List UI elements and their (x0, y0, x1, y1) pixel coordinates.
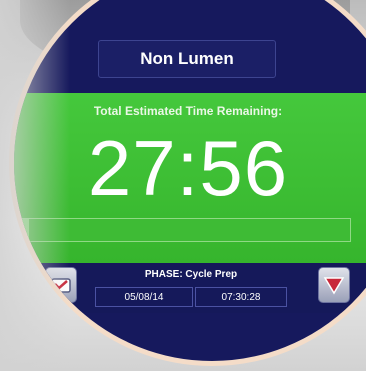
background-shadow (0, 0, 70, 371)
cycle-progress-bar (21, 218, 351, 242)
stop-icon (323, 277, 345, 295)
stop-button[interactable] (318, 267, 350, 303)
phase-text: PHASE: Cycle Prep (144, 269, 238, 280)
cycle-name-button[interactable]: Non Lumen (98, 40, 276, 78)
date-display: 05/08/14 (95, 287, 193, 307)
clock-display: 07:30:28 (195, 287, 287, 307)
photo-scene: Non Lumen Total Estimated Time Remaining… (0, 0, 366, 371)
